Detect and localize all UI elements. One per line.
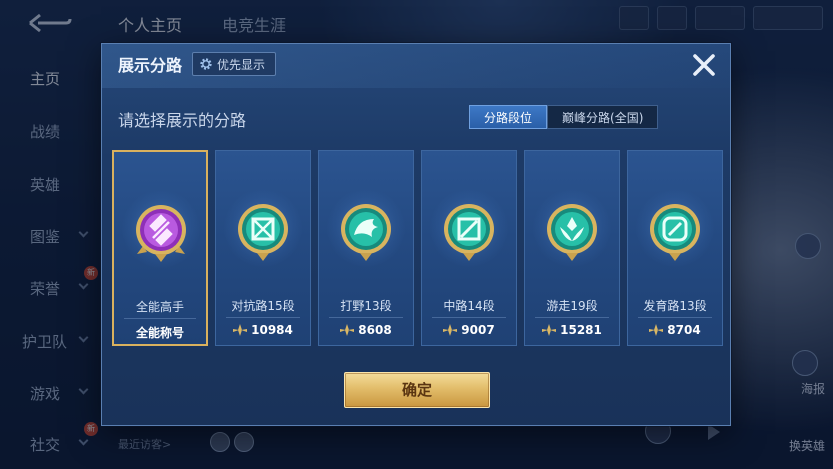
confirm-button[interactable]: 确定 — [344, 372, 490, 408]
lane-points: 9007 — [422, 323, 516, 337]
lane-name: 全能高手 — [135, 300, 184, 314]
lane-points: 10984 — [216, 323, 310, 337]
lane-tab-group: 分路段位 巅峰分路(全国) — [469, 105, 659, 129]
lane-name: 发育路13段 — [643, 299, 707, 313]
lane-title-label: 全能称号 — [135, 326, 184, 340]
divider — [226, 317, 300, 318]
divider — [124, 318, 196, 319]
lane-display-dialog: 展示分路 优先显示 请选择展示的分路 分路段位 巅峰分路(全国) 全能高手 全能… — [101, 43, 731, 426]
tab-lane-rank[interactable]: 分路段位 — [469, 105, 548, 129]
lane-points-value: 10984 — [251, 323, 293, 337]
lane-card-jungle[interactable]: 打野13段 8608 — [318, 150, 414, 346]
priority-display-label: 优先显示 — [217, 57, 266, 72]
dialog-title: 展示分路 — [118, 56, 183, 75]
slash-icon — [444, 204, 494, 261]
points-icon — [340, 324, 355, 336]
points-icon — [233, 324, 248, 336]
lane-card-mid[interactable]: 中路14段 9007 — [421, 150, 517, 346]
lane-points: 15281 — [525, 323, 619, 337]
divider — [638, 317, 712, 318]
sword-cross-icon — [238, 204, 288, 261]
points-icon — [443, 324, 458, 336]
close-icon[interactable] — [691, 52, 717, 78]
points-icon — [542, 324, 557, 336]
lane-name: 中路14段 — [443, 299, 495, 313]
allround-icon — [136, 205, 186, 262]
lane-name: 对抗路15段 — [231, 299, 295, 313]
lane-card-clash[interactable]: 对抗路15段 10984 — [215, 150, 311, 346]
gear-icon — [200, 58, 212, 70]
lane-card-farm[interactable]: 发育路13段 8704 — [627, 150, 723, 346]
lane-card-roam[interactable]: 游走19段 15281 — [524, 150, 620, 346]
lane-points-value: 8608 — [358, 323, 392, 337]
lane-points: 8704 — [628, 323, 722, 337]
lane-name: 游走19段 — [546, 299, 598, 313]
lane-points-value: 15281 — [560, 323, 602, 337]
lane-points-value: 9007 — [461, 323, 495, 337]
lane-name: 打野13段 — [340, 299, 392, 313]
beast-icon — [341, 204, 391, 261]
divider — [329, 317, 403, 318]
lane-points: 8608 — [319, 323, 413, 337]
lane-points-value: 8704 — [667, 323, 701, 337]
points-icon — [649, 324, 664, 336]
tab-peak-lane[interactable]: 巅峰分路(全国) — [547, 105, 659, 129]
lane-card-allround[interactable]: 全能高手 全能称号 — [112, 150, 208, 346]
divider — [432, 317, 506, 318]
priority-display-button[interactable]: 优先显示 — [192, 52, 277, 76]
divider — [535, 317, 609, 318]
ring-icon — [650, 204, 700, 261]
lane-select-prompt: 请选择展示的分路 — [118, 111, 247, 130]
wings-icon — [547, 204, 597, 261]
